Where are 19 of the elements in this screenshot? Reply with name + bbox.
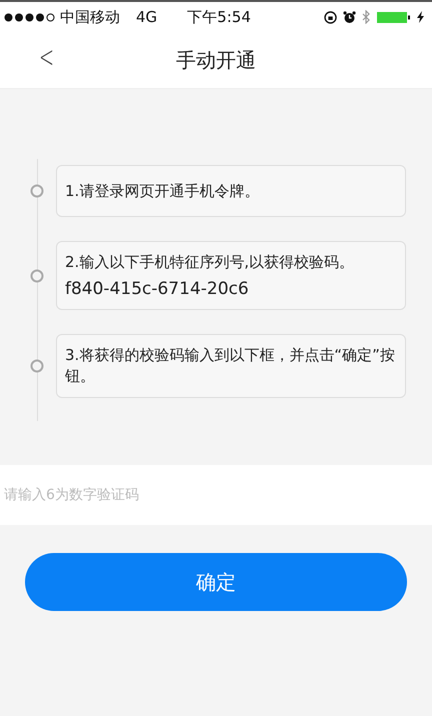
rotation-lock-icon <box>324 10 337 24</box>
serial-code: f840-415c-6714-20c6 <box>65 279 250 299</box>
alarm-icon <box>343 10 356 24</box>
back-button[interactable]: < <box>36 40 57 75</box>
step-circle-icon <box>30 184 44 198</box>
step-text: 2.输入以下手机特征序列号,以获得校验码。 <box>65 252 356 273</box>
clock-time: 下午5:54 <box>187 8 251 26</box>
battery-icon <box>377 10 411 24</box>
confirm-button[interactable]: 确定 <box>25 553 407 611</box>
code-input-field[interactable]: 请输入6为数字验证码 <box>0 465 432 525</box>
step-circle-icon <box>30 359 44 373</box>
bluetooth-icon <box>362 10 371 24</box>
network-type: 4G <box>136 8 158 26</box>
step-text: 1.请登录网页开通手机令牌。 <box>65 180 260 202</box>
step-text: 3.将获得的校验码输入到以下框，并点击“确定”按钮。 <box>65 345 396 387</box>
charging-icon <box>417 11 424 23</box>
carrier-name: 中国移动 <box>60 8 120 26</box>
step-circle-icon <box>30 268 44 282</box>
page-title: 手动开通 <box>176 46 256 74</box>
